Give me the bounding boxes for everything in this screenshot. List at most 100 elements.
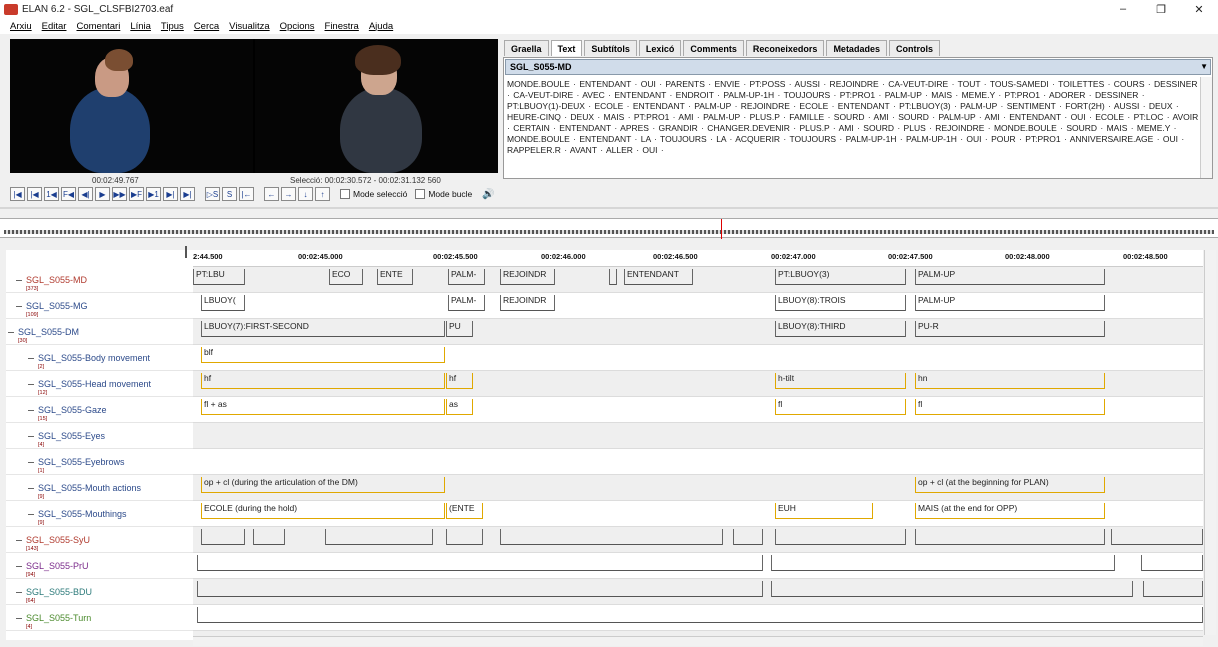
vertical-scrollbar[interactable] [1204, 250, 1216, 635]
volume-icon[interactable]: 🔊 [482, 189, 494, 200]
annotation[interactable]: ECOLE (during the hold) [201, 503, 445, 519]
tier-track[interactable]: op + cl (during the articulation of the … [193, 475, 1203, 501]
selection-control-button-0[interactable]: ▷S [205, 187, 220, 201]
annotation[interactable] [325, 529, 433, 545]
annotation[interactable]: (ENTE [446, 503, 483, 519]
play-control-button-5[interactable]: ▶ [95, 187, 110, 201]
tier-track[interactable]: blf [193, 345, 1203, 371]
annotation[interactable]: LBUOY(8):THIRD [775, 321, 906, 337]
annotation[interactable]: REJOINDR [500, 295, 555, 311]
tab-metadades[interactable]: Metadades [826, 40, 887, 56]
tier-name-row[interactable]: SGL_S055-DM [30] [6, 319, 193, 345]
tier-name-row[interactable]: SGL_S055-SyU [143] [6, 527, 193, 553]
annotation[interactable]: op + cl (during the articulation of the … [201, 477, 445, 493]
menu-opcions[interactable]: Opcions [280, 21, 315, 32]
annotation[interactable]: EUH [775, 503, 873, 519]
selection-control-button-2[interactable]: |← [239, 187, 254, 201]
tab-text[interactable]: Text [550, 40, 583, 56]
restore-button[interactable]: ❐ [1142, 0, 1180, 18]
play-control-button-1[interactable]: |◀ [27, 187, 42, 201]
selection-control-button-5[interactable]: ↓ [298, 187, 313, 201]
tier-track[interactable]: fl + as as fl fl [193, 397, 1203, 423]
play-control-button-3[interactable]: F◀ [61, 187, 76, 201]
tier-name-row[interactable]: SGL_S055-Turn [4] [6, 605, 193, 631]
waveform-overview[interactable] [0, 218, 1218, 239]
annotation[interactable] [197, 581, 763, 597]
tier-track[interactable] [193, 527, 1203, 553]
play-control-button-0[interactable]: |◀ [10, 187, 25, 201]
play-control-button-10[interactable]: ▶| [180, 187, 195, 201]
tab-lexicó[interactable]: Lexicó [638, 40, 682, 56]
tab-graella[interactable]: Graella [504, 40, 549, 56]
annotation[interactable]: ENTENDANT [624, 269, 693, 285]
tier-dropdown[interactable]: SGL_S055-MD ▼ [505, 59, 1211, 75]
annotation[interactable] [201, 529, 245, 545]
tier-track[interactable]: LBUOY(7):FIRST-SECOND PU LBUOY(8):THIRD PU-… [193, 319, 1203, 345]
tier-name-row[interactable]: SGL_S056-MD [6, 631, 193, 640]
annotation[interactable] [1143, 581, 1203, 597]
annotation[interactable]: PALM- [448, 269, 485, 285]
annotation[interactable] [609, 269, 617, 285]
tier-name-row[interactable]: SGL_S055-Head movement [12] [6, 371, 193, 397]
annotation[interactable]: REJOINDR [500, 269, 555, 285]
annotation[interactable] [775, 529, 906, 545]
annotation[interactable] [197, 607, 1203, 623]
menu-línia[interactable]: Línia [130, 21, 151, 32]
tier-name-row[interactable]: SGL_S055-MG [109] [6, 293, 193, 319]
annotation[interactable]: PU-R [915, 321, 1105, 337]
selection-control-button-3[interactable]: ← [264, 187, 279, 201]
minimize-button[interactable]: – [1104, 0, 1142, 18]
tab-reconeixedors[interactable]: Reconeixedors [745, 40, 825, 56]
annotation[interactable] [1141, 555, 1203, 571]
annotation[interactable] [500, 529, 723, 545]
annotation[interactable]: PALM-UP [915, 269, 1105, 285]
horizontal-scrollbar[interactable] [193, 636, 1203, 646]
annotation[interactable]: LBUOY( [201, 295, 245, 311]
annotation[interactable]: hn [915, 373, 1105, 389]
annotation[interactable] [771, 555, 1115, 571]
tier-track[interactable] [193, 579, 1203, 605]
tab-subtítols[interactable]: Subtítols [584, 40, 637, 56]
video-viewer[interactable] [10, 39, 498, 173]
annotation[interactable] [446, 529, 483, 545]
play-control-button-6[interactable]: ▶▶ [112, 187, 127, 201]
annotation[interactable] [197, 555, 763, 571]
play-control-button-7[interactable]: ▶F [129, 187, 144, 201]
selection-control-button-1[interactable]: S [222, 187, 237, 201]
annotation[interactable]: fl + as [201, 399, 445, 415]
annotation[interactable]: PALM- [448, 295, 485, 311]
tier-track[interactable] [193, 423, 1203, 449]
video-left[interactable] [10, 39, 253, 173]
annotation[interactable]: ECO [329, 269, 363, 285]
tier-name-row[interactable]: SGL_S055-Mouth actions [9] [6, 475, 193, 501]
annotation[interactable]: PALM-UP [915, 295, 1105, 311]
menu-ajuda[interactable]: Ajuda [369, 21, 393, 32]
tier-name-row[interactable]: SGL_S055-Gaze [15] [6, 397, 193, 423]
chevron-down-icon[interactable]: ▼ [1200, 62, 1208, 71]
close-button[interactable]: ✕ [1180, 0, 1218, 18]
play-control-button-9[interactable]: ▶| [163, 187, 178, 201]
tab-comments[interactable]: Comments [683, 40, 744, 56]
annotation[interactable]: MAIS (at the end for OPP) [915, 503, 1105, 519]
annotation[interactable] [253, 529, 285, 545]
menu-visualitza[interactable]: Visualitza [229, 21, 270, 32]
annotation[interactable]: op + cl (at the beginning for PLAN) [915, 477, 1105, 493]
menu-finestra[interactable]: Finestra [325, 21, 359, 32]
tier-name-row[interactable]: SGL_S055-Eyes [4] [6, 423, 193, 449]
tier-name-row[interactable]: SGL_S055-Eyebrows [1] [6, 449, 193, 475]
menu-arxiu[interactable]: Arxiu [10, 21, 32, 32]
annotation[interactable]: PT:LBU [193, 269, 245, 285]
annotation[interactable]: as [446, 399, 473, 415]
annotation[interactable]: hf [201, 373, 445, 389]
annotation[interactable] [915, 529, 1105, 545]
play-control-button-4[interactable]: ◀| [78, 187, 93, 201]
tier-name-row[interactable]: SGL_S055-PrU [94] [6, 553, 193, 579]
tier-track[interactable]: PT:LBU ECO ENTE PALM- REJOINDR ENTENDANT PT:LB… [193, 267, 1203, 293]
annotation[interactable] [1111, 529, 1203, 545]
selection-control-button-4[interactable]: → [281, 187, 296, 201]
annotation[interactable] [733, 529, 763, 545]
annotation[interactable]: fl [915, 399, 1105, 415]
menu-editar[interactable]: Editar [42, 21, 67, 32]
annotation[interactable]: hf [446, 373, 473, 389]
tier-name-row[interactable]: SGL_S055-Mouthings [9] [6, 501, 193, 527]
